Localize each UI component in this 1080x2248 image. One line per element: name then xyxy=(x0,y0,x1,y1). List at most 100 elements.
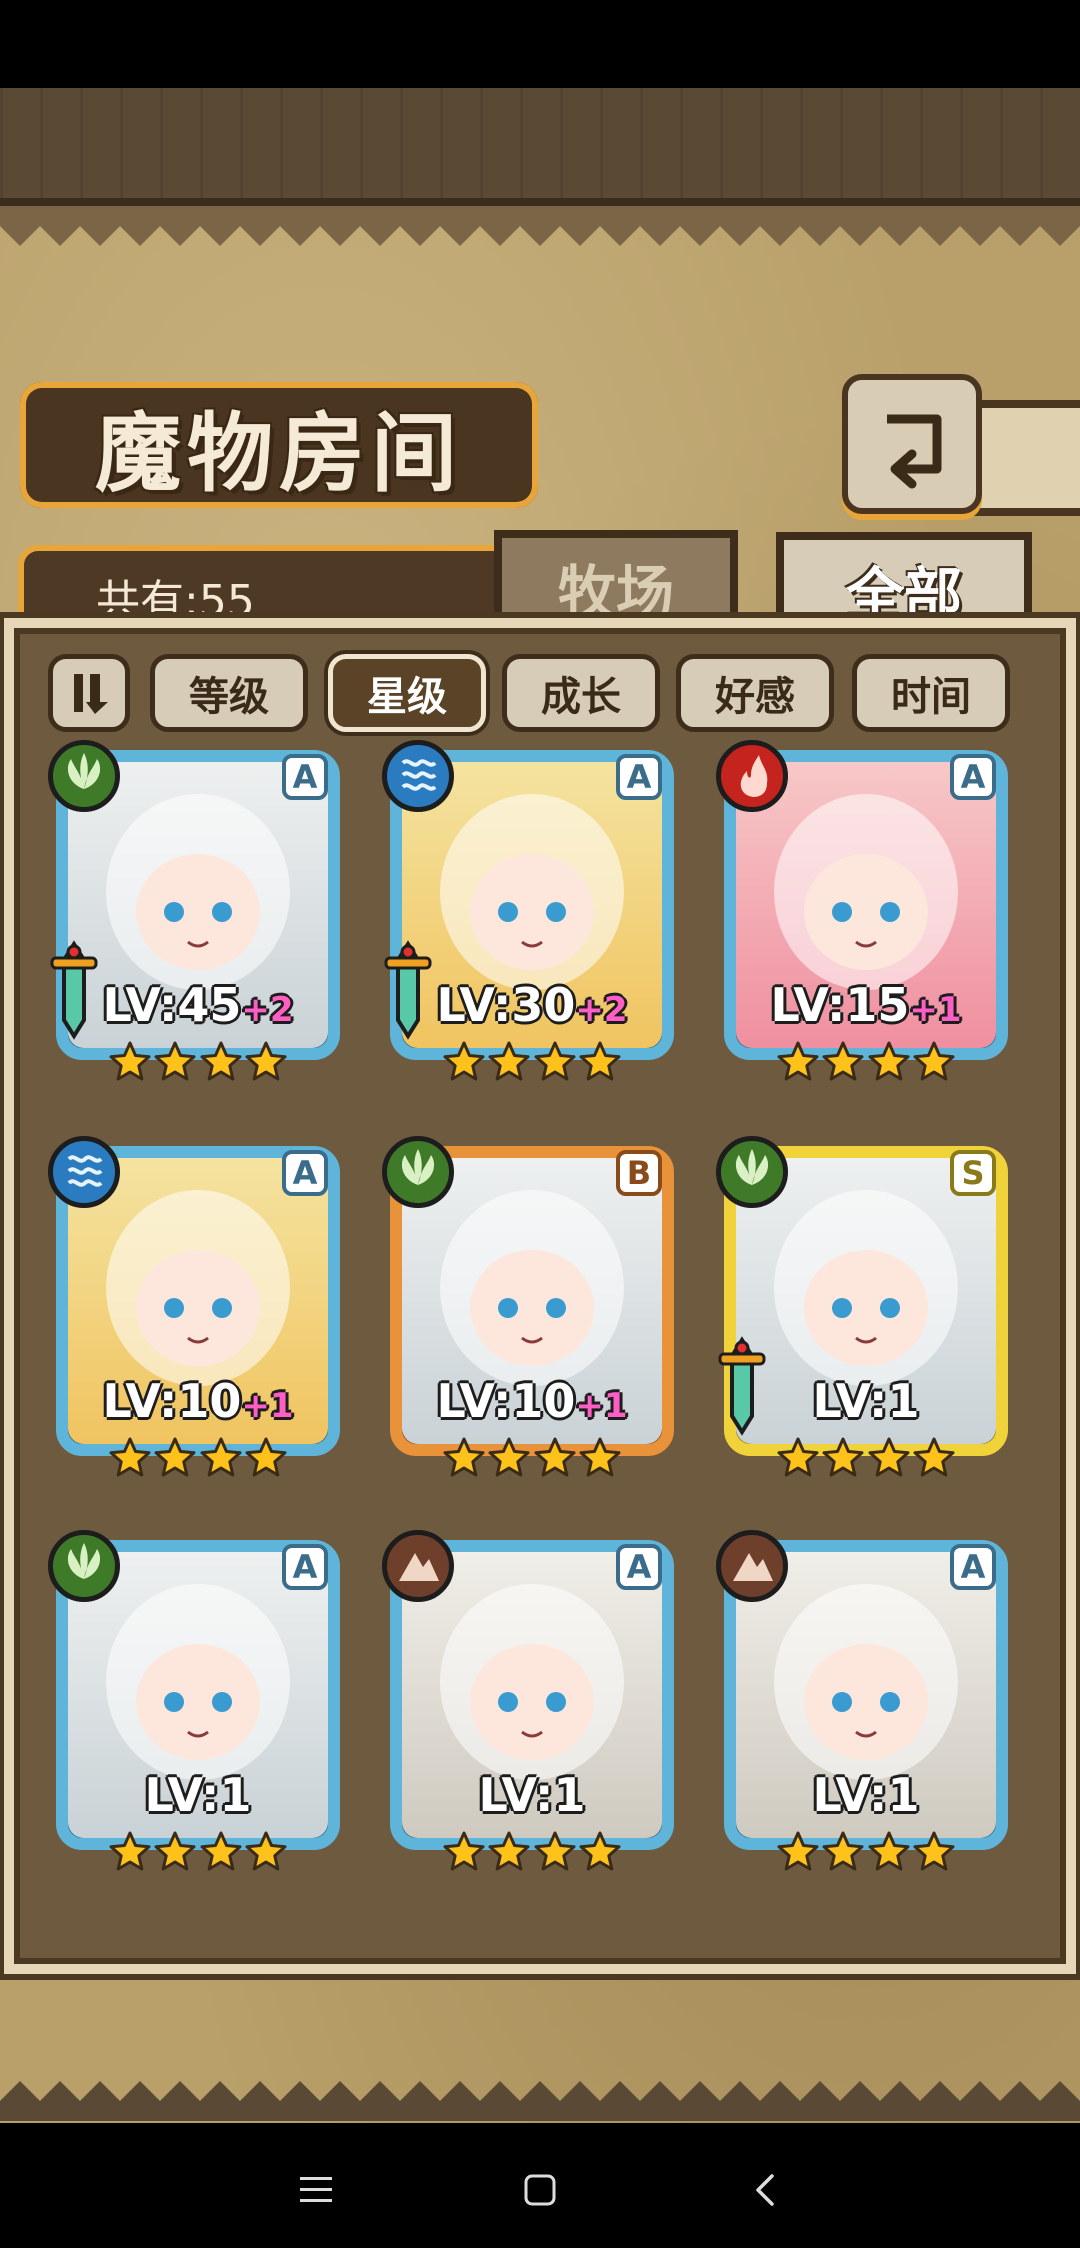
level-value: LV:45 xyxy=(102,978,242,1032)
level-bonus: +2 xyxy=(575,990,628,1030)
monster-card[interactable]: A LV:15+1 xyxy=(716,740,1016,1100)
star-icon xyxy=(777,1041,819,1081)
level-value: LV:10 xyxy=(102,1374,242,1428)
monster-card[interactable]: A LV:1 xyxy=(716,1530,1016,1890)
level-label: LV:1 xyxy=(716,1374,1016,1428)
star-icon xyxy=(488,1041,530,1081)
level-bonus: +1 xyxy=(241,1386,294,1426)
home-button[interactable] xyxy=(510,2160,570,2220)
star-icon xyxy=(488,1437,530,1477)
monster-card[interactable]: A LV:1 xyxy=(48,1530,348,1890)
level-label: LV:30+2 xyxy=(382,978,682,1032)
menu-icon xyxy=(300,2177,332,2202)
menu-button[interactable] xyxy=(286,2160,346,2220)
rank-badge: A xyxy=(950,754,996,800)
return-arrow-icon xyxy=(887,414,942,489)
level-value: LV:15 xyxy=(770,978,910,1032)
level-value: LV:1 xyxy=(812,1374,920,1428)
rank-badge: B xyxy=(616,1150,662,1196)
sort-growth-label: 成长 xyxy=(541,674,621,720)
monster-card[interactable]: A LV:30+2 xyxy=(382,740,682,1100)
star-icon xyxy=(154,1831,196,1871)
star-rating xyxy=(442,1040,622,1100)
level-bonus: +1 xyxy=(909,990,962,1030)
sort-order-toggle[interactable] xyxy=(48,654,130,732)
zigzag-border-bottom xyxy=(0,2081,1080,2121)
leaf-element-icon xyxy=(48,1530,120,1602)
level-value: LV:1 xyxy=(812,1768,920,1822)
star-icon xyxy=(154,1041,196,1081)
star-icon xyxy=(534,1831,576,1871)
star-icon xyxy=(913,1437,955,1477)
level-bonus: +2 xyxy=(241,990,294,1030)
star-icon xyxy=(913,1831,955,1871)
fire-element-icon xyxy=(716,740,788,812)
sort-affection-label: 好感 xyxy=(715,674,795,720)
star-icon xyxy=(534,1041,576,1081)
rank-badge: S xyxy=(950,1150,996,1196)
star-icon xyxy=(579,1041,621,1081)
star-icon xyxy=(443,1041,485,1081)
star-rating xyxy=(776,1830,956,1890)
earth-element-icon xyxy=(382,1530,454,1602)
star-icon xyxy=(109,1831,151,1871)
level-value: LV:30 xyxy=(436,978,576,1032)
star-icon xyxy=(579,1437,621,1477)
level-value: LV:10 xyxy=(436,1374,576,1428)
star-icon xyxy=(200,1831,242,1871)
home-square-icon xyxy=(524,2174,556,2206)
star-icon xyxy=(109,1041,151,1081)
sort-growth-button[interactable]: 成长 xyxy=(502,654,660,732)
sort-level-label: 等级 xyxy=(189,674,269,720)
star-icon xyxy=(443,1437,485,1477)
page-title-plaque: 魔物房间 xyxy=(20,382,538,508)
star-rating xyxy=(108,1830,288,1890)
star-rating xyxy=(442,1436,622,1496)
level-label: LV:10+1 xyxy=(382,1374,682,1428)
level-label: LV:45+2 xyxy=(48,978,348,1032)
return-button[interactable] xyxy=(842,374,982,514)
water-element-icon xyxy=(382,740,454,812)
level-value: LV:1 xyxy=(478,1768,586,1822)
water-element-icon xyxy=(48,1136,120,1208)
rank-badge: A xyxy=(616,754,662,800)
monster-card[interactable]: S LV:1 xyxy=(716,1136,1016,1496)
zigzag-border-top xyxy=(0,206,1080,246)
back-chevron-icon xyxy=(756,2174,774,2206)
star-icon xyxy=(822,1041,864,1081)
leaf-element-icon xyxy=(48,740,120,812)
star-icon xyxy=(443,1831,485,1871)
sort-affection-button[interactable]: 好感 xyxy=(676,654,834,732)
monster-card[interactable]: B LV:10+1 xyxy=(382,1136,682,1496)
level-label: LV:10+1 xyxy=(48,1374,348,1428)
star-icon xyxy=(868,1437,910,1477)
sort-star-label: 星级 xyxy=(367,674,447,720)
rank-badge: A xyxy=(282,754,328,800)
status-bar xyxy=(0,0,1080,88)
star-icon xyxy=(109,1437,151,1477)
star-icon xyxy=(913,1041,955,1081)
monster-card[interactable]: A LV:45+2 xyxy=(48,740,348,1100)
star-rating xyxy=(442,1830,622,1890)
level-value: LV:1 xyxy=(144,1768,252,1822)
earth-element-icon xyxy=(716,1530,788,1602)
monster-card[interactable]: A LV:10+1 xyxy=(48,1136,348,1496)
rank-badge: A xyxy=(282,1150,328,1196)
sort-time-button[interactable]: 时间 xyxy=(852,654,1010,732)
star-icon xyxy=(868,1041,910,1081)
star-icon xyxy=(777,1831,819,1871)
star-icon xyxy=(488,1831,530,1871)
star-icon xyxy=(868,1831,910,1871)
sort-level-button[interactable]: 等级 xyxy=(150,654,308,732)
star-icon xyxy=(245,1831,287,1871)
monster-card[interactable]: A LV:1 xyxy=(382,1530,682,1890)
star-rating xyxy=(108,1436,288,1496)
star-icon xyxy=(200,1041,242,1081)
level-label: LV:1 xyxy=(48,1768,348,1822)
star-icon xyxy=(579,1831,621,1871)
sort-star-button[interactable]: 星级 xyxy=(328,654,486,732)
back-button[interactable] xyxy=(736,2160,796,2220)
star-icon xyxy=(822,1437,864,1477)
level-label: LV:15+1 xyxy=(716,978,1016,1032)
sort-time-label: 时间 xyxy=(891,674,971,720)
